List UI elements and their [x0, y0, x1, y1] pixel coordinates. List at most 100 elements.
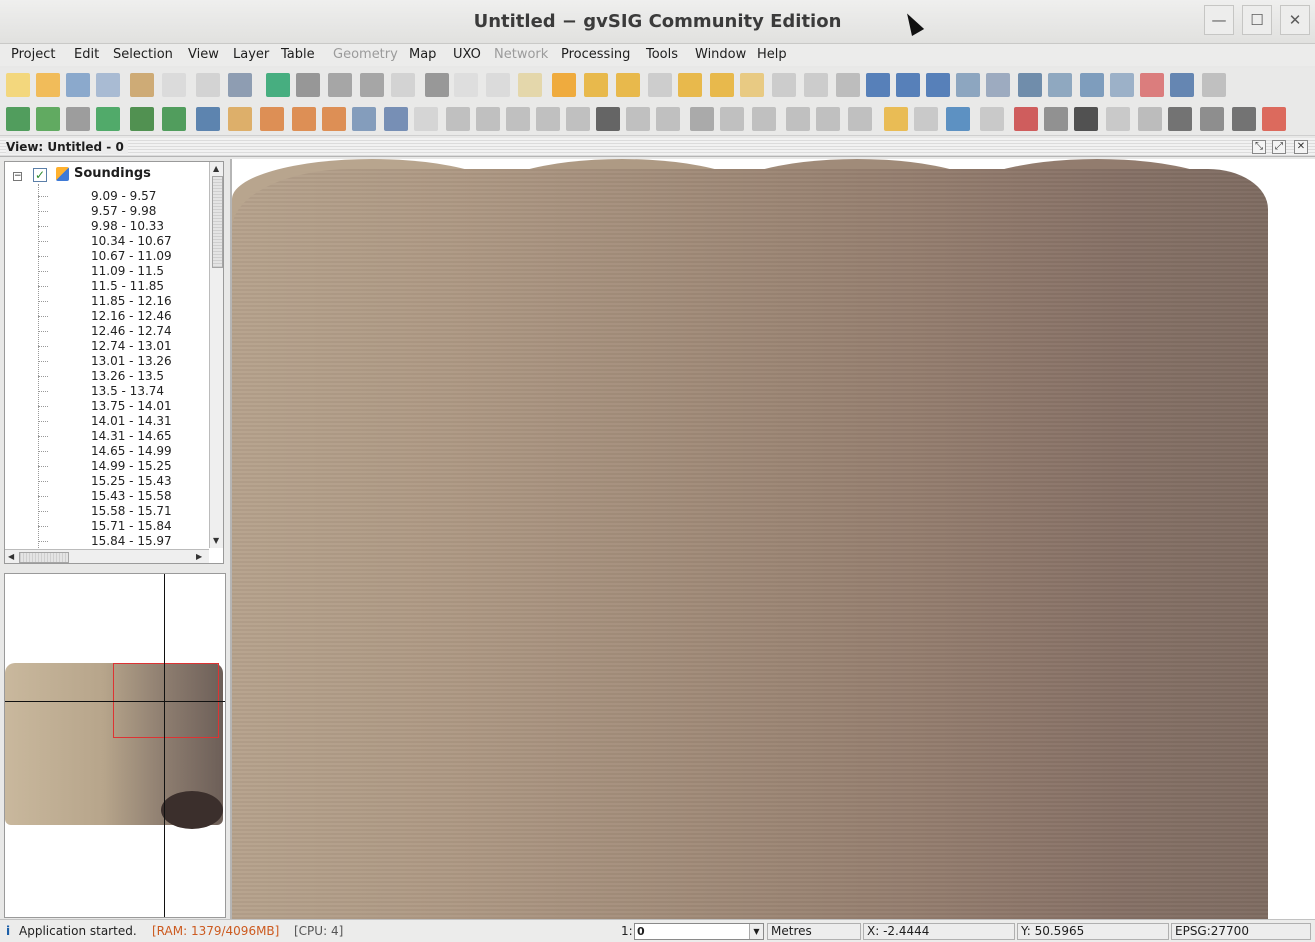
calc-icon[interactable] — [1232, 107, 1256, 131]
legend-item[interactable]: 15.84 - 15.97 — [5, 534, 205, 548]
menu-selection[interactable]: Selection — [113, 47, 173, 62]
scale-input[interactable]: 0 ▼ — [634, 923, 764, 940]
formula-icon[interactable] — [848, 107, 872, 131]
move-icon[interactable] — [896, 73, 920, 97]
copy-icon[interactable] — [454, 73, 478, 97]
legend-item[interactable]: 14.31 - 14.65 — [5, 429, 205, 444]
legend-item[interactable]: 15.43 - 15.58 — [5, 489, 205, 504]
copy-layers-icon[interactable] — [96, 73, 120, 97]
frame-icon[interactable] — [391, 73, 415, 97]
plus-icon[interactable] — [1200, 107, 1224, 131]
toc-vertical-scrollbar[interactable]: ▲ ▼ — [209, 162, 223, 548]
stop-icon[interactable] — [296, 73, 320, 97]
query-icon[interactable] — [36, 107, 60, 131]
grid-3-icon[interactable] — [506, 107, 530, 131]
list-icon[interactable] — [414, 107, 438, 131]
legend-item[interactable]: 10.67 - 11.09 — [5, 249, 205, 264]
collapse-icon[interactable]: − — [13, 172, 22, 181]
layer-c-icon[interactable] — [804, 73, 828, 97]
legend-item[interactable]: 9.57 - 9.98 — [5, 204, 205, 219]
menu-network[interactable]: Network — [494, 47, 548, 62]
zoom-all-icon[interactable] — [956, 73, 980, 97]
run-icon[interactable] — [266, 73, 290, 97]
zoom-in-icon[interactable] — [926, 73, 950, 97]
menu-layer[interactable]: Layer — [233, 47, 269, 62]
wand-icon[interactable] — [980, 107, 1004, 131]
legend-item[interactable]: 13.75 - 14.01 — [5, 399, 205, 414]
paste-special-icon[interactable] — [518, 73, 542, 97]
doc-b-icon[interactable] — [1138, 107, 1162, 131]
table-a-icon[interactable] — [786, 107, 810, 131]
legend-item[interactable]: 12.16 - 12.46 — [5, 309, 205, 324]
legend-item[interactable]: 13.5 - 13.74 — [5, 384, 205, 399]
menu-help[interactable]: Help — [757, 47, 787, 62]
view-close-icon[interactable]: ✕ — [1294, 140, 1308, 154]
maximize-button[interactable]: ☐ — [1242, 5, 1272, 35]
target-icon[interactable] — [596, 107, 620, 131]
legend-item[interactable]: 15.71 - 15.84 — [5, 519, 205, 534]
menu-map[interactable]: Map — [409, 47, 436, 62]
cut-icon[interactable] — [425, 73, 449, 97]
gear-b-icon[interactable] — [292, 107, 316, 131]
menu-tools[interactable]: Tools — [646, 47, 678, 62]
legend-item[interactable]: 10.34 - 10.67 — [5, 234, 205, 249]
doc-a-icon[interactable] — [1106, 107, 1130, 131]
grid-5-icon[interactable] — [566, 107, 590, 131]
menu-uxo[interactable]: UXO — [453, 47, 481, 62]
terminal-icon[interactable] — [1074, 107, 1098, 131]
zoom-full-icon[interactable] — [1080, 73, 1104, 97]
legend-item[interactable]: 14.65 - 14.99 — [5, 444, 205, 459]
legend-item[interactable]: 13.01 - 13.26 — [5, 354, 205, 369]
distribute-h-icon[interactable] — [710, 73, 734, 97]
menu-geometry[interactable]: Geometry — [333, 47, 398, 62]
legend-item[interactable]: 9.98 - 10.33 — [5, 219, 205, 234]
clip-icon[interactable] — [626, 107, 650, 131]
grid-1-icon[interactable] — [446, 107, 470, 131]
print-icon[interactable] — [196, 73, 220, 97]
barcode-icon[interactable] — [384, 107, 408, 131]
undo-icon[interactable] — [328, 73, 352, 97]
zoom-out-icon[interactable] — [986, 73, 1010, 97]
wrench-icon[interactable] — [946, 107, 970, 131]
layer-b-icon[interactable] — [772, 73, 796, 97]
toc-horizontal-scrollbar[interactable]: ◀ ▶ — [5, 549, 209, 563]
favorite-icon[interactable] — [1170, 73, 1194, 97]
layout-icon[interactable] — [228, 73, 252, 97]
legend-item[interactable]: 14.01 - 14.31 — [5, 414, 205, 429]
legend-item[interactable]: 9.09 - 9.57 — [5, 189, 205, 204]
scroll-thumb[interactable] — [212, 176, 223, 268]
info-icon[interactable] — [6, 107, 30, 131]
new-doc-icon[interactable] — [6, 73, 30, 97]
layer-visibility-checkbox[interactable]: ✓ — [33, 168, 47, 182]
scroll-left-icon[interactable]: ◀ — [8, 552, 14, 561]
scroll-down-icon[interactable]: ▼ — [213, 536, 219, 545]
lifebuoy-icon[interactable] — [1262, 107, 1286, 131]
overview-map[interactable] — [4, 573, 226, 918]
zoom-extent-icon[interactable] — [1018, 73, 1042, 97]
legend-item[interactable]: 13.26 - 13.5 — [5, 369, 205, 384]
grid-2-icon[interactable] — [476, 107, 500, 131]
close-button[interactable]: ✕ — [1280, 5, 1310, 35]
crs-field[interactable]: EPSG:27700 — [1171, 923, 1311, 940]
legend-item[interactable]: 12.74 - 13.01 — [5, 339, 205, 354]
align-center-icon[interactable] — [616, 73, 640, 97]
table-b-icon[interactable] — [816, 107, 840, 131]
legend-item[interactable]: 12.46 - 12.74 — [5, 324, 205, 339]
up-icon[interactable] — [690, 107, 714, 131]
properties-icon[interactable] — [162, 73, 186, 97]
view-restore-icon[interactable]: ⤡ — [1252, 140, 1266, 154]
align-left-icon[interactable] — [584, 73, 608, 97]
legend-item[interactable]: 11.09 - 11.5 — [5, 264, 205, 279]
legend-item[interactable]: 11.5 - 11.85 — [5, 279, 205, 294]
pan-icon[interactable] — [866, 73, 890, 97]
merge-icon[interactable] — [656, 107, 680, 131]
gear-icon[interactable] — [260, 107, 284, 131]
menu-edit[interactable]: Edit — [74, 47, 99, 62]
paste-icon[interactable] — [486, 73, 510, 97]
scroll-up-icon[interactable]: ▲ — [213, 164, 219, 173]
network-icon[interactable] — [1044, 107, 1068, 131]
graph-icon[interactable] — [96, 107, 120, 131]
legend-item[interactable]: 15.25 - 15.43 — [5, 474, 205, 489]
zoom-back-icon[interactable] — [1140, 73, 1164, 97]
label-icon[interactable] — [66, 107, 90, 131]
